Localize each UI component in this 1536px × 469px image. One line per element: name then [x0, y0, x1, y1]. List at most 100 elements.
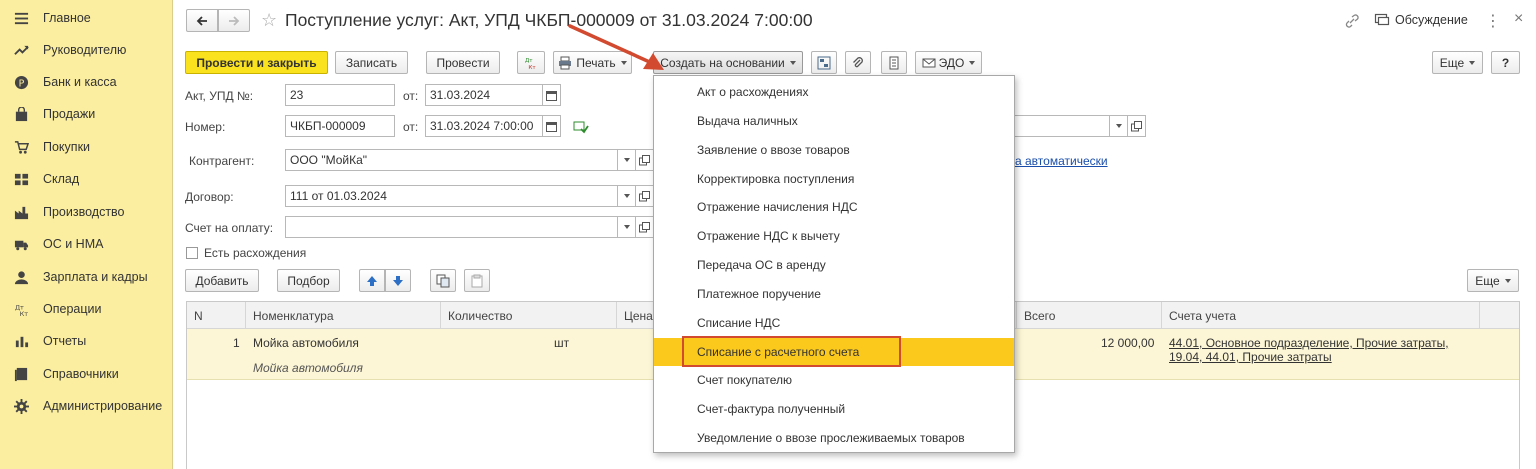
more-label: Еще: [1439, 55, 1465, 70]
column-header-accounts[interactable]: Счета учета: [1162, 302, 1480, 329]
select-button[interactable]: Подбор: [277, 269, 340, 292]
attach-button[interactable]: [845, 51, 871, 74]
edo-button[interactable]: ЭДО: [915, 51, 982, 74]
move-up-button[interactable]: [359, 269, 385, 292]
copy-button[interactable]: [430, 269, 456, 292]
forward-button[interactable]: [218, 9, 250, 32]
act-date-field[interactable]: 31.03.2024: [425, 84, 543, 106]
post-and-close-button[interactable]: Провести и закрыть: [185, 51, 328, 74]
sidebar-item-label: Справочники: [43, 367, 119, 381]
column-header-quantity[interactable]: Количество: [441, 302, 617, 329]
arrow-right-icon: [229, 15, 240, 26]
svg-text:Дт: Дт: [525, 58, 533, 64]
menu-item-import-statement[interactable]: Заявление о ввозе товаров: [654, 136, 1014, 164]
dropdown-button[interactable]: [618, 216, 636, 238]
table-more-button[interactable]: Еще: [1467, 269, 1519, 292]
paste-button[interactable]: [464, 269, 490, 292]
organization-field[interactable]: [1014, 115, 1110, 137]
sidebar-item-production[interactable]: Производство: [0, 199, 173, 225]
discrepancy-checkbox[interactable]: [186, 247, 198, 259]
sidebar-item-bank[interactable]: P Банк и касса: [0, 69, 173, 95]
dropdown-button[interactable]: [618, 185, 636, 207]
sidebar-item-salary[interactable]: Зарплата и кадры: [0, 264, 173, 290]
calendar-button[interactable]: [543, 84, 561, 106]
menu-item-vat-writeoff[interactable]: Списание НДС: [654, 309, 1014, 337]
calendar-icon: [546, 90, 557, 101]
menu-item-vat-accrual[interactable]: Отражение начисления НДС: [654, 193, 1014, 221]
row-number: 1: [233, 336, 240, 350]
calendar-button[interactable]: [543, 115, 561, 137]
contractor-field[interactable]: ООО "МойКа": [285, 149, 618, 171]
sidebar-item-operations[interactable]: Дт Кт Операции: [0, 296, 173, 322]
open-button[interactable]: [1128, 115, 1146, 137]
post-button[interactable]: Провести: [426, 51, 500, 74]
structure-button[interactable]: [811, 51, 837, 74]
menu-item-received-invoice[interactable]: Счет-фактура полученный: [654, 395, 1014, 423]
number-field[interactable]: ЧКБП-000009: [285, 115, 395, 137]
auto-link[interactable]: а автоматически: [1015, 154, 1108, 168]
open-button[interactable]: [636, 149, 654, 171]
menu-item-receipt-correction[interactable]: Корректировка поступления: [654, 165, 1014, 193]
sidebar-item-directories[interactable]: Справочники: [0, 361, 173, 387]
sidebar-item-warehouse[interactable]: Склад: [0, 166, 173, 192]
green-status-icon[interactable]: [573, 120, 589, 134]
menu-item-discrepancy-act[interactable]: Акт о расхождениях: [654, 78, 1014, 106]
sidebar-item-label: Зарплата и кадры: [43, 270, 148, 284]
menu-item-payment-order[interactable]: Платежное поручение: [654, 280, 1014, 308]
table-more-label: Еще: [1475, 273, 1500, 288]
column-header-item[interactable]: Номенклатура: [246, 302, 441, 329]
row-item[interactable]: Мойка автомобиля: [253, 336, 359, 350]
dropdown-button[interactable]: [618, 149, 636, 171]
bag-icon: [13, 106, 29, 122]
sidebar-item-admin[interactable]: Администрирование: [0, 393, 173, 419]
row-accounts-link[interactable]: 44.01, Основное подразделение, Прочие за…: [1169, 336, 1449, 350]
sidebar-item-reports[interactable]: Отчеты: [0, 328, 173, 354]
move-down-button[interactable]: [385, 269, 411, 292]
sidebar-item-main[interactable]: Главное: [0, 5, 173, 31]
menu-item-vat-deduction[interactable]: Отражение НДС к вычету: [654, 222, 1014, 250]
open-button[interactable]: [636, 216, 654, 238]
invoice-field[interactable]: [285, 216, 618, 238]
menu-item-traceable-import-notice[interactable]: Уведомление о ввозе прослеживаемых товар…: [654, 424, 1014, 452]
row-unit: шт: [554, 336, 570, 350]
contract-label: Договор:: [185, 190, 234, 204]
menu-item-cash-issue[interactable]: Выдача наличных: [654, 107, 1014, 135]
add-button[interactable]: Добавить: [185, 269, 259, 292]
discussion-label: Обсуждение: [1395, 13, 1468, 27]
sidebar-item-label: Производство: [43, 205, 125, 219]
number-date-from-label: от:: [403, 120, 419, 134]
sidebar: Главное Руководителю P Банк и касса Прод…: [0, 0, 173, 469]
document-list-icon: [889, 56, 899, 69]
open-button[interactable]: [636, 185, 654, 207]
bar-chart-icon: [13, 333, 29, 349]
dropdown-button[interactable]: [1110, 115, 1128, 137]
menu-item-asset-lease[interactable]: Передача ОС в аренду: [654, 251, 1014, 279]
column-header-n[interactable]: N: [187, 302, 246, 329]
help-button[interactable]: ?: [1491, 51, 1520, 74]
more-button[interactable]: Еще: [1432, 51, 1483, 74]
sidebar-item-label: Операции: [43, 302, 102, 316]
calendar-icon: [546, 121, 557, 132]
sidebar-item-sales[interactable]: Продажи: [0, 101, 173, 127]
sidebar-item-purchases[interactable]: Покупки: [0, 134, 173, 160]
menu-item-customer-invoice[interactable]: Счет покупателю: [654, 366, 1014, 394]
column-header-total[interactable]: Всего: [1017, 302, 1162, 329]
link-icon[interactable]: [1344, 13, 1360, 29]
save-button[interactable]: Записать: [335, 51, 408, 74]
favorite-star-icon[interactable]: ☆: [261, 10, 277, 31]
more-vertical-icon[interactable]: ⋮: [1485, 11, 1501, 31]
number-datetime-field[interactable]: 31.03.2024 7:00:00: [425, 115, 543, 137]
act-number-field[interactable]: 23: [285, 84, 395, 106]
contract-field[interactable]: 111 от 01.03.2024: [285, 185, 618, 207]
report-button[interactable]: [881, 51, 907, 74]
sidebar-item-label: Склад: [43, 172, 80, 186]
dt-kt-button[interactable]: Дт Кт: [517, 51, 545, 74]
row-accounts-link[interactable]: 19.04, 44.01, Прочие затраты: [1169, 350, 1332, 364]
discussion-button[interactable]: Обсуждение: [1374, 12, 1468, 28]
sidebar-item-manager[interactable]: Руководителю: [0, 37, 173, 63]
cart-icon: [13, 139, 29, 155]
structure-icon: [817, 56, 831, 69]
sidebar-item-assets[interactable]: ОС и НМА: [0, 231, 173, 257]
back-button[interactable]: [186, 9, 218, 32]
close-icon[interactable]: ×: [1514, 10, 1523, 28]
